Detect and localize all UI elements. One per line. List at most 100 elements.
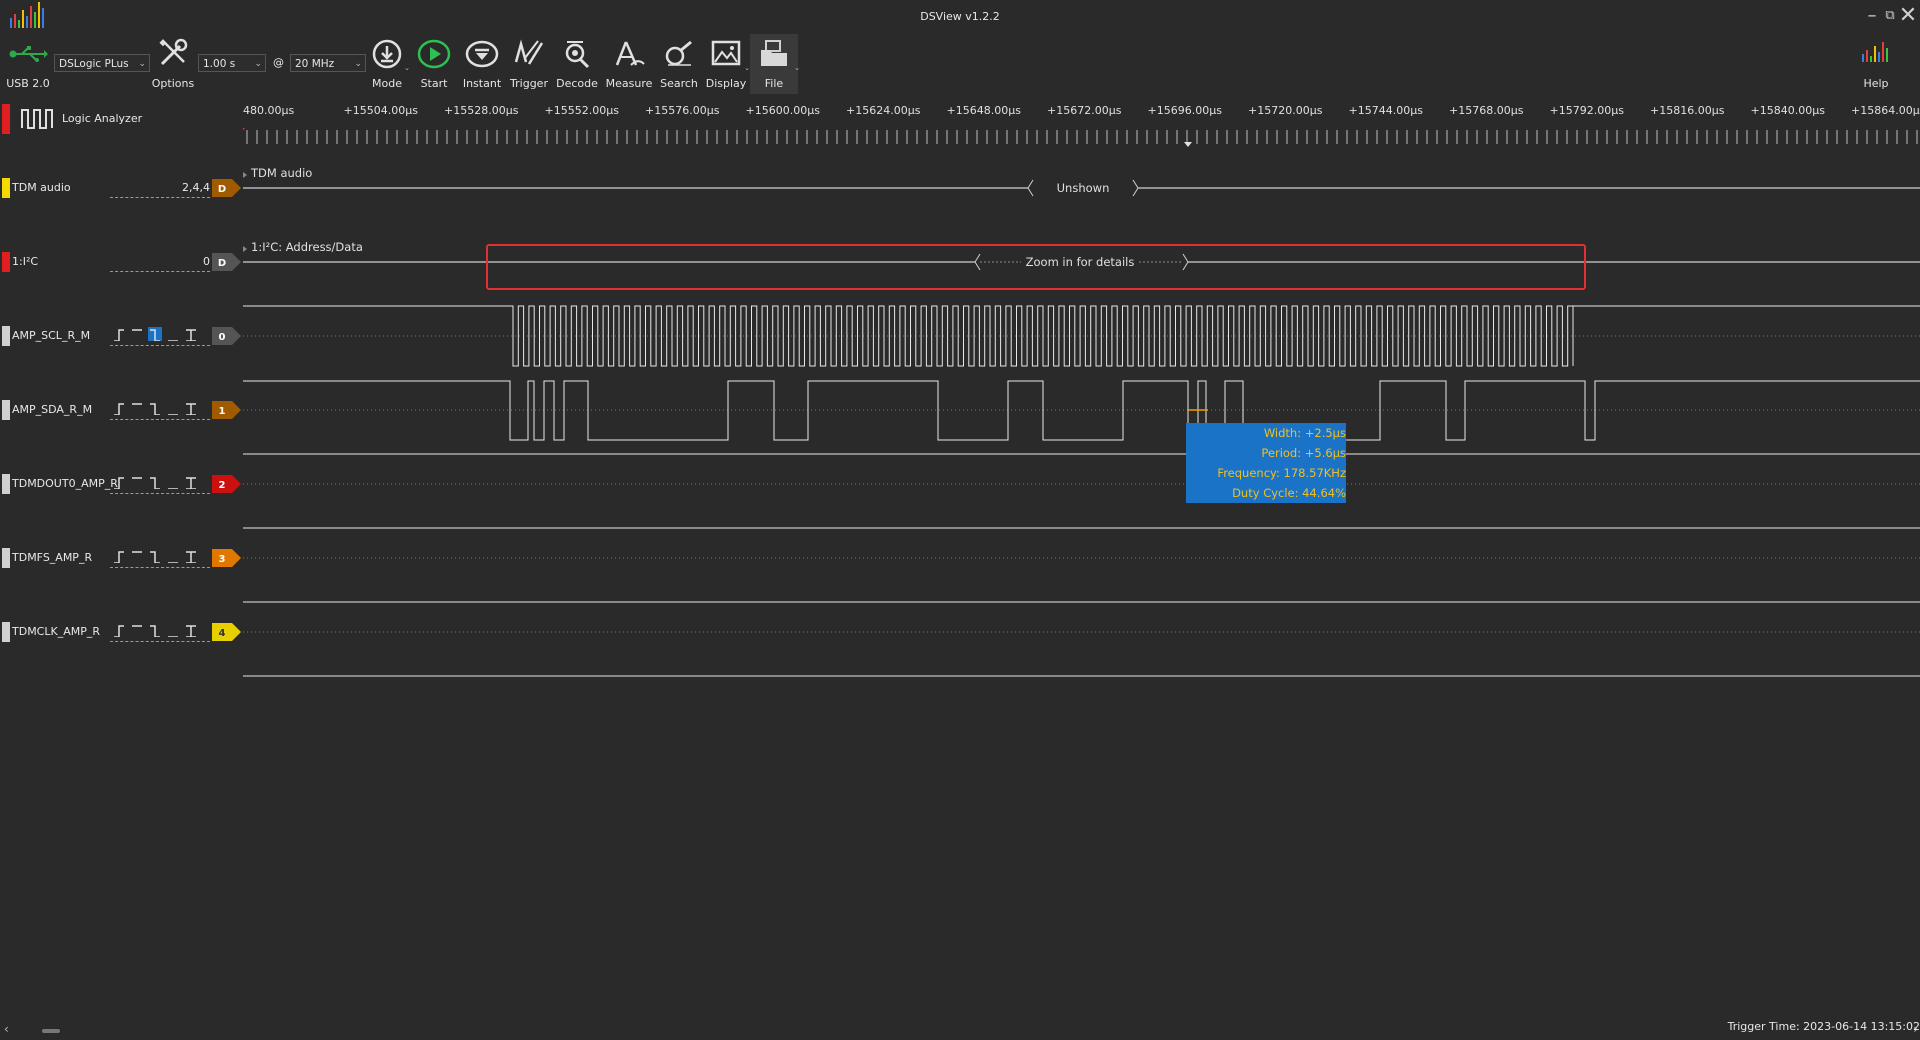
channel-color-bar[interactable]	[2, 474, 10, 494]
ruler-marker-icon	[235, 128, 245, 134]
waveform-canvas: TDM audioUnshown1:I²C: Address/DataZoom …	[243, 166, 1920, 677]
window-title: DSView v1.2.2	[920, 10, 1000, 23]
search-button[interactable]: Search	[656, 34, 702, 94]
channel-name[interactable]: 1:I²C	[12, 255, 38, 268]
pulse-frequency: Frequency: 178.57KHz	[1217, 466, 1346, 480]
any-edge-icon[interactable]	[186, 551, 196, 563]
channel-color-bar[interactable]	[2, 252, 10, 272]
display-image-icon	[711, 40, 741, 66]
falling-edge-icon[interactable]	[150, 403, 160, 415]
trigger-conditions[interactable]	[112, 623, 210, 637]
close-button[interactable]: ✕	[1898, 4, 1918, 28]
decode-button[interactable]: Decode	[552, 34, 602, 94]
trigger-conditions[interactable]	[112, 401, 210, 415]
trigger-conditions[interactable]	[112, 327, 210, 341]
status-bar: ‹ › Trigger Time: 2023-06-14 13:15:02	[0, 1020, 1920, 1040]
ruler-tick-label: +15840.00µs	[1751, 104, 1826, 117]
wrench-screwdriver-icon	[159, 38, 188, 66]
play-icon	[417, 39, 451, 69]
mode-color-bar	[2, 104, 10, 134]
rising-edge-icon[interactable]	[114, 403, 124, 415]
channel-name[interactable]: TDMCLK_AMP_R	[12, 625, 100, 638]
ruler-tick-label: +15816.00µs	[1650, 104, 1725, 117]
ruler-tick-label: +15576.00µs	[645, 104, 720, 117]
waveform-area[interactable]: TDM audio Unshown 1:I²C: Address/Data Zoom …	[243, 150, 1920, 690]
mode-indicator: Logic Analyzer	[0, 100, 240, 138]
file-button[interactable]: ⌄ File	[750, 34, 800, 94]
channel-name[interactable]: TDM audio	[12, 181, 71, 194]
channel-color-bar[interactable]	[2, 178, 10, 198]
channel-index-tag[interactable]: 4	[212, 623, 242, 641]
trigger-conditions[interactable]	[112, 549, 210, 563]
channel-name[interactable]: AMP_SDA_R_M	[12, 403, 92, 416]
channel-index-tag[interactable]: 0	[212, 327, 242, 345]
trigger-conditions[interactable]	[112, 475, 210, 489]
options-button[interactable]: Options	[150, 34, 196, 94]
mode-label: Logic Analyzer	[62, 112, 143, 125]
mode-button[interactable]: ⌄ Mode	[366, 34, 410, 94]
channel-tag-text: 1	[219, 406, 226, 417]
tdm-decoder-text: Unshown	[1057, 181, 1110, 195]
download-circle-icon	[372, 39, 402, 69]
minimize-button[interactable]: –	[1862, 4, 1882, 28]
rising-edge-icon[interactable]	[114, 551, 124, 563]
measure-popup: Width: +2.5µs Period: +5.6µs Frequency: …	[1186, 423, 1346, 503]
channel-divider	[110, 271, 210, 272]
channel-index-tag[interactable]: 2	[212, 475, 242, 493]
ruler-tick-label: +15744.00µs	[1349, 104, 1424, 117]
rising-edge-icon[interactable]	[114, 329, 124, 341]
measure-button[interactable]: Measure	[604, 34, 654, 94]
start-button[interactable]: Start	[412, 34, 456, 94]
channel-color-bar[interactable]	[2, 622, 10, 642]
instant-capture-icon	[465, 40, 499, 68]
channel-divider	[110, 567, 210, 568]
measure-compass-icon	[615, 41, 645, 66]
cursor-marker-icon	[1184, 142, 1192, 147]
ruler-tick-label: +15720.00µs	[1248, 104, 1323, 117]
falling-edge-icon[interactable]	[150, 477, 160, 489]
channel-tag-text: 2	[219, 480, 226, 491]
duration-select[interactable]: 1.00 s ⌄	[198, 54, 266, 72]
channel-color-bar[interactable]	[2, 548, 10, 568]
channel-divider	[110, 419, 210, 420]
channel-color-bar[interactable]	[2, 400, 10, 420]
channel-name[interactable]: TDMDOUT0_AMP_R	[12, 477, 118, 490]
ruler-tick-label: +15600.00µs	[746, 104, 821, 117]
channel-name[interactable]: AMP_SCL_R_M	[12, 329, 90, 342]
channel-name[interactable]: TDMFS_AMP_R	[12, 551, 92, 564]
falling-edge-icon[interactable]	[150, 551, 160, 563]
channel-value: 2,4,4	[182, 181, 210, 194]
pulse-width: Width: +2.5µs	[1263, 426, 1346, 440]
time-ruler[interactable]: 480.00µs +15504.00µs +15528.00µs +15552.00µ…	[235, 100, 1920, 148]
help-logo-icon	[1862, 42, 1888, 62]
channel-index-tag[interactable]: D	[212, 179, 242, 197]
horizontal-scrollbar[interactable]	[42, 1029, 60, 1033]
any-edge-icon[interactable]	[186, 329, 196, 341]
instant-button[interactable]: Instant	[458, 34, 506, 94]
any-edge-icon[interactable]	[186, 477, 196, 489]
trigger-button[interactable]: Trigger	[508, 34, 550, 94]
device-select[interactable]: DSLogic PLus ⌄	[54, 54, 150, 72]
channel-color-bar[interactable]	[2, 326, 10, 346]
channel-index-tag[interactable]: D	[212, 253, 242, 271]
expand-arrow-icon[interactable]	[243, 172, 247, 178]
pulse-period: Period: +5.6µs	[1261, 446, 1346, 460]
channel-index-tag[interactable]: 1	[212, 401, 242, 419]
ruler-tick-label: +15504.00µs	[344, 104, 419, 117]
display-button[interactable]: ⌄ Display	[704, 34, 750, 94]
restore-button[interactable]: ⧉	[1880, 4, 1900, 28]
any-edge-icon[interactable]	[186, 403, 196, 415]
channel-index-tag[interactable]: 3	[212, 549, 242, 567]
dropdown-arrow-icon: ⌄	[404, 64, 410, 72]
rising-edge-icon[interactable]	[114, 477, 124, 489]
expand-arrow-icon[interactable]	[243, 246, 247, 252]
chevron-down-icon: ⌄	[138, 59, 146, 69]
rising-edge-icon[interactable]	[114, 625, 124, 637]
any-edge-icon[interactable]	[186, 625, 196, 637]
falling-edge-icon[interactable]	[150, 625, 160, 637]
scroll-left-icon[interactable]: ‹	[4, 1022, 9, 1036]
samplerate-select[interactable]: 20 MHz ⌄	[290, 54, 366, 72]
help-button[interactable]: Help	[1856, 34, 1896, 94]
ruler-tick-label: +15552.00µs	[545, 104, 620, 117]
pulse-waveform-icon	[21, 109, 53, 129]
